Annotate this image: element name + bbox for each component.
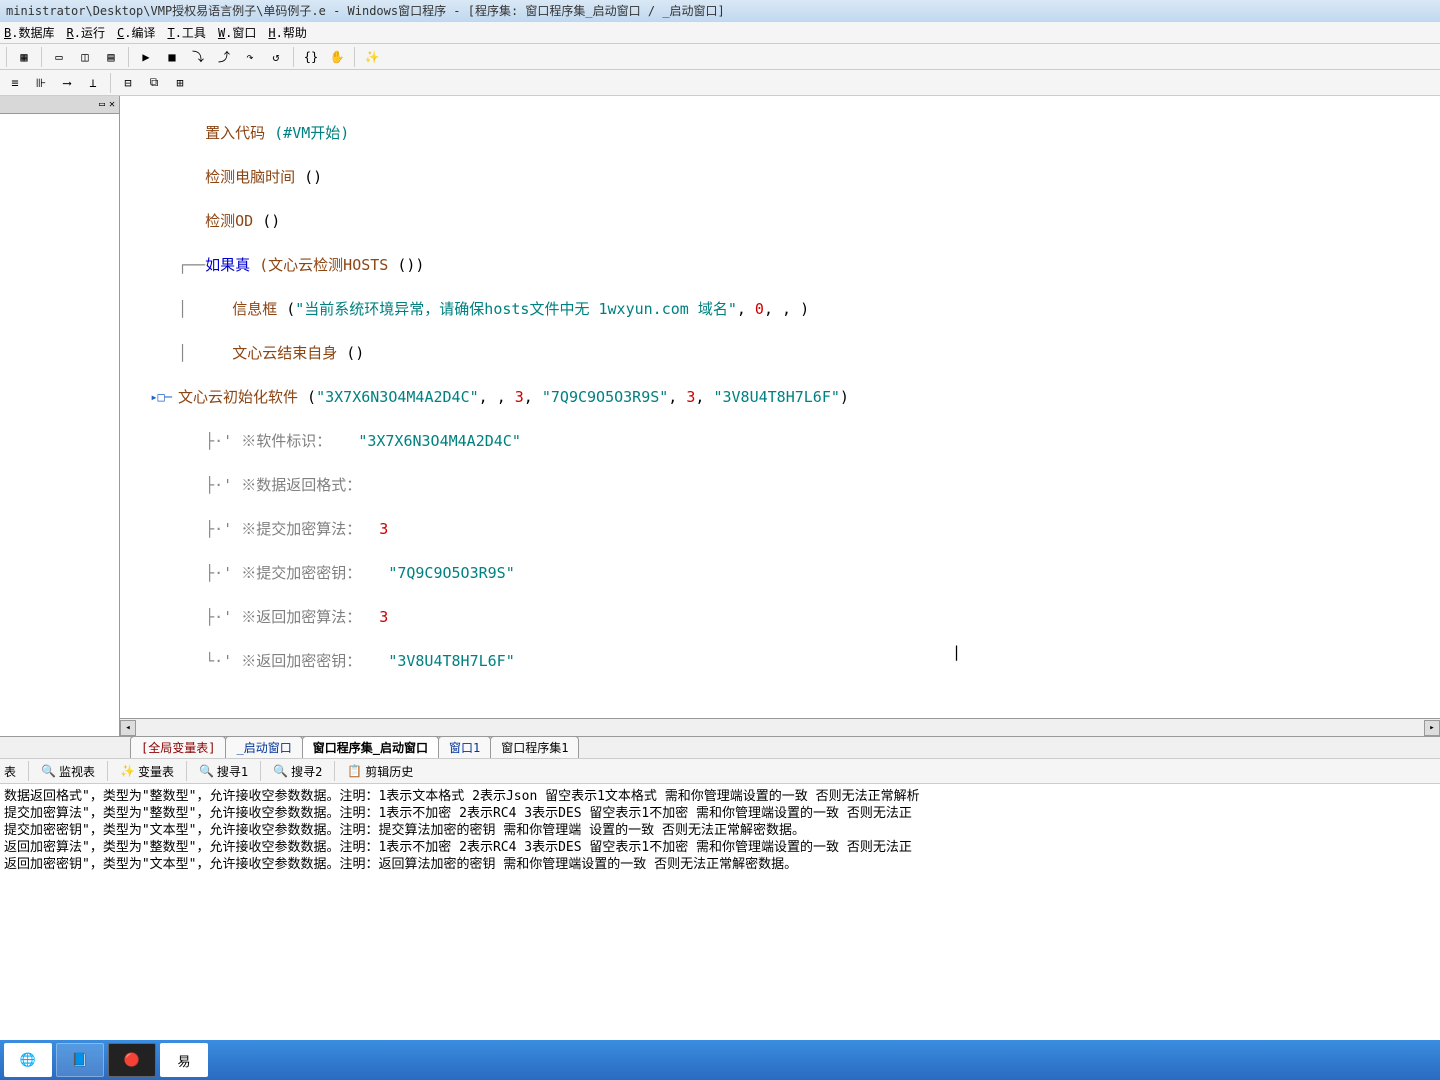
tool2-c-icon[interactable]: ⟶ (56, 72, 78, 94)
toolbar-main: ▦ ▭ ◫ ▤ ▶ ■ ⤵ ⤴ ↷ ↺ {} ✋ ✨ (0, 44, 1440, 70)
btool-search1[interactable]: 🔍 搜寻1 (199, 763, 248, 780)
sidebar-pin-icon[interactable]: ▭ (97, 99, 107, 110)
taskbar-record[interactable]: 🔴 (108, 1043, 156, 1077)
taskbar: 🌐 📘 🔴 易 (0, 1040, 1440, 1080)
btool-table[interactable]: 表 (4, 763, 16, 780)
btool-cliphistory[interactable]: 📋 剪辑历史 (347, 763, 413, 780)
tool-step1-icon[interactable]: ⤵ (187, 46, 209, 68)
tab-global-vars[interactable]: [全局变量表] (130, 736, 226, 758)
tool-layout2-icon[interactable]: ◫ (74, 46, 96, 68)
menu-window[interactable]: W.窗口 (218, 24, 256, 41)
btool-vars[interactable]: ✨ 变量表 (120, 763, 174, 780)
menu-help[interactable]: H.帮助 (268, 24, 306, 41)
tool2-g-icon[interactable]: ⊞ (169, 72, 191, 94)
bottom-toolbar: 表 🔍 监视表 ✨ 变量表 🔍 搜寻1 🔍 搜寻2 📋 剪辑历史 (0, 758, 1440, 784)
tool-step4-icon[interactable]: ↺ (265, 46, 287, 68)
taskbar-chrome[interactable]: 🌐 (4, 1043, 52, 1077)
btool-search2[interactable]: 🔍 搜寻2 (273, 763, 322, 780)
sidebar-close-icon[interactable]: ✕ (107, 99, 117, 110)
tab-procset1[interactable]: 窗口程序集1 (490, 736, 579, 758)
text-cursor: | (952, 643, 961, 661)
tool-step3-icon[interactable]: ↷ (239, 46, 261, 68)
menu-tool[interactable]: T.工具 (167, 24, 205, 41)
tool-step2-icon[interactable]: ⤴ (213, 46, 235, 68)
tool-props-icon[interactable]: ▦ (13, 46, 35, 68)
tool-layout3-icon[interactable]: ▤ (100, 46, 122, 68)
tool-layout1-icon[interactable]: ▭ (48, 46, 70, 68)
menu-bar: B.数据库 R.运行 C.编译 T.工具 W.窗口 H.帮助 (0, 22, 1440, 44)
tab-start-window[interactable]: _启动窗口 (225, 736, 302, 758)
tab-window1[interactable]: 窗口1 (438, 736, 491, 758)
sidebar-panel: ▭ ✕ (0, 96, 120, 736)
menu-run[interactable]: R.运行 (66, 24, 104, 41)
scroll-right-icon[interactable]: ▸ (1424, 720, 1440, 736)
tab-window-procset[interactable]: 窗口程序集_启动窗口 (302, 736, 439, 758)
tool2-e-icon[interactable]: ⊟ (117, 72, 139, 94)
tool-brace-icon[interactable]: {} (300, 46, 322, 68)
tool2-d-icon[interactable]: ⊥ (82, 72, 104, 94)
tool2-b-icon[interactable]: ⊪ (30, 72, 52, 94)
editor-tabs: [全局变量表] _启动窗口 窗口程序集_启动窗口 窗口1 窗口程序集1 (0, 736, 1440, 758)
tool2-a-icon[interactable]: ≡ (4, 72, 26, 94)
btool-watch[interactable]: 🔍 监视表 (41, 763, 95, 780)
tool-stop-icon[interactable]: ■ (161, 46, 183, 68)
tool-wand-icon[interactable]: ✨ (361, 46, 383, 68)
title-bar: ministrator\Desktop\VMP授权易语言例子\单码例子.e - … (0, 0, 1440, 22)
taskbar-app1[interactable]: 📘 (56, 1043, 104, 1077)
menu-compile[interactable]: C.编译 (117, 24, 155, 41)
menu-db[interactable]: B.数据库 (4, 24, 54, 41)
code-editor[interactable]: 置入代码 (#VM开始) 检测电脑时间 () 检测OD () ┌──如果真 (文… (120, 96, 1440, 736)
tool-run-icon[interactable]: ▶ (135, 46, 157, 68)
tool-hand-icon[interactable]: ✋ (326, 46, 348, 68)
tool2-f-icon[interactable]: ⧉ (143, 72, 165, 94)
toolbar-secondary: ≡ ⊪ ⟶ ⊥ ⊟ ⧉ ⊞ (0, 70, 1440, 96)
output-panel[interactable]: 数据返回格式"，类型为"整数型"，允许接收空参数数据。注明：1表示文本格式 2表… (0, 784, 1440, 884)
scroll-left-icon[interactable]: ◂ (120, 720, 136, 736)
taskbar-elang[interactable]: 易 (160, 1043, 208, 1077)
